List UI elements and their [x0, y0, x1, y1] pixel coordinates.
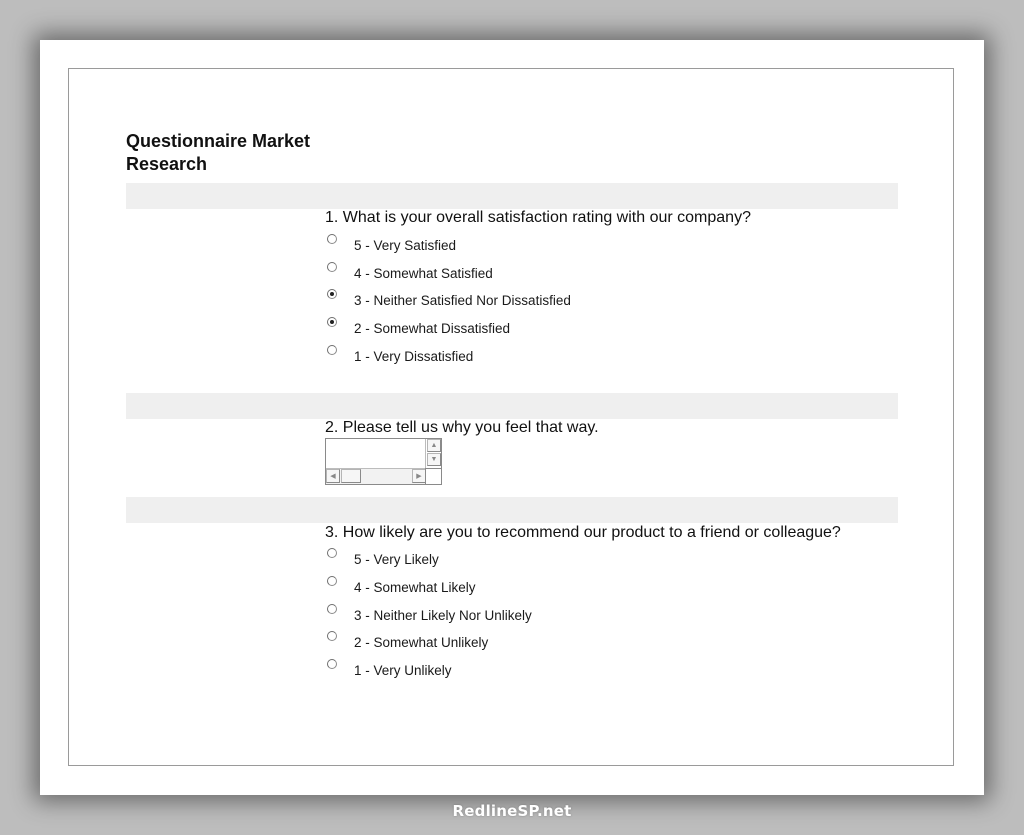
section-band-2 [126, 393, 898, 419]
q1-option-1[interactable]: 1 - Very Dissatisfied [327, 345, 474, 367]
question-3-text: 3. How likely are you to recommend our p… [325, 524, 841, 541]
question-2-text: 2. Please tell us why you feel that way. [325, 419, 599, 436]
horizontal-scrollbar[interactable]: ◀ ▶ [326, 468, 426, 484]
q1-option-4[interactable]: 4 - Somewhat Satisfied [327, 262, 493, 284]
q3-option-3[interactable]: 3 - Neither Likely Nor Unlikely [327, 604, 532, 626]
q1-option-2[interactable]: 2 - Somewhat Dissatisfied [327, 317, 511, 339]
option-label: 5 - Very Satisfied [354, 238, 457, 253]
section-band-3 [126, 497, 898, 523]
option-label: 4 - Somewhat Likely [354, 580, 476, 595]
radio-button[interactable] [327, 262, 337, 272]
option-label: 4 - Somewhat Satisfied [354, 266, 493, 281]
scroll-right-icon[interactable]: ▶ [412, 469, 426, 483]
scroll-up-icon[interactable]: ▲ [427, 439, 441, 452]
option-label: 3 - Neither Satisfied Nor Dissatisfied [354, 293, 571, 308]
question-1-text: 1. What is your overall satisfaction rat… [325, 209, 751, 226]
option-label: 1 - Very Unlikely [354, 663, 452, 678]
radio-button[interactable] [327, 289, 337, 299]
option-label: 2 - Somewhat Unlikely [354, 635, 489, 650]
scroll-down-icon[interactable]: ▼ [427, 453, 441, 466]
option-label: 2 - Somewhat Dissatisfied [354, 321, 511, 336]
radio-button[interactable] [327, 659, 337, 669]
radio-button[interactable] [327, 234, 337, 244]
section-band-1 [126, 183, 898, 209]
form-title: Questionnaire Market Research [126, 131, 311, 174]
resize-corner [425, 468, 441, 484]
q3-option-5[interactable]: 5 - Very Likely [327, 548, 439, 570]
scroll-thumb[interactable] [341, 469, 361, 483]
q3-option-2[interactable]: 2 - Somewhat Unlikely [327, 631, 489, 653]
feedback-textarea[interactable]: ▲ ▼ ◀ ▶ [325, 438, 442, 485]
radio-button[interactable] [327, 604, 337, 614]
radio-button[interactable] [327, 317, 337, 327]
option-label: 5 - Very Likely [354, 552, 439, 567]
radio-button[interactable] [327, 345, 337, 355]
document-page: Questionnaire Market Research 1. What is… [40, 40, 984, 795]
radio-button[interactable] [327, 576, 337, 586]
watermark-text: RedlineSP.net [452, 802, 572, 820]
vertical-scrollbar[interactable]: ▲ ▼ [425, 439, 441, 469]
q3-option-1[interactable]: 1 - Very Unlikely [327, 659, 452, 681]
scroll-left-icon[interactable]: ◀ [326, 469, 340, 483]
radio-button[interactable] [327, 631, 337, 641]
q3-option-4[interactable]: 4 - Somewhat Likely [327, 576, 476, 598]
radio-button[interactable] [327, 548, 337, 558]
q1-option-3[interactable]: 3 - Neither Satisfied Nor Dissatisfied [327, 289, 571, 311]
option-label: 1 - Very Dissatisfied [354, 349, 474, 364]
q1-option-5[interactable]: 5 - Very Satisfied [327, 234, 457, 256]
option-label: 3 - Neither Likely Nor Unlikely [354, 608, 532, 623]
